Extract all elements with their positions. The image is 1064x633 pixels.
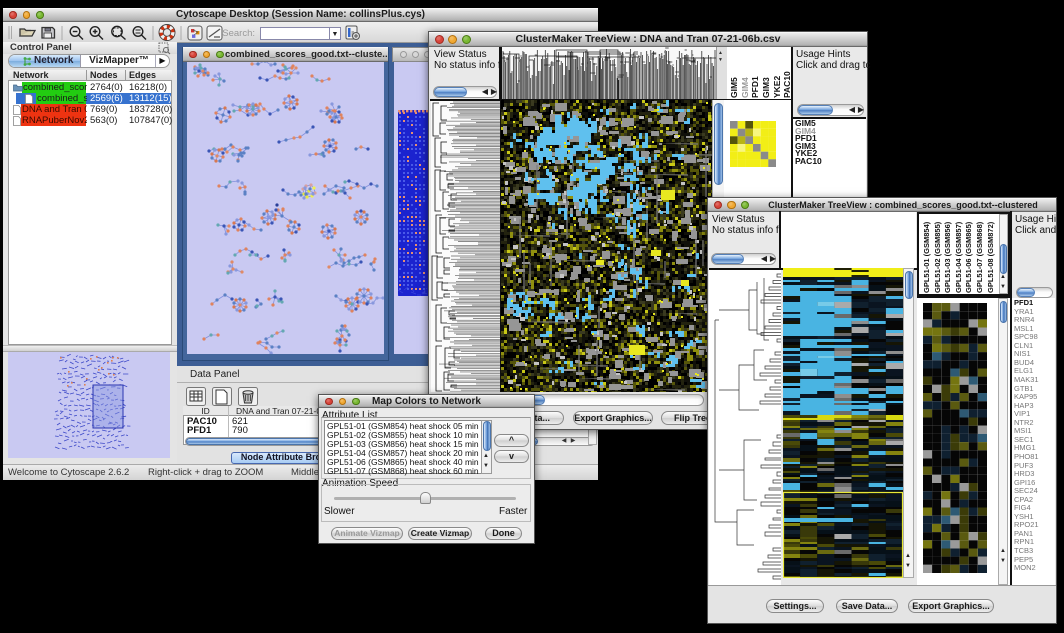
svg-text:Search:: Search: — [222, 28, 255, 39]
